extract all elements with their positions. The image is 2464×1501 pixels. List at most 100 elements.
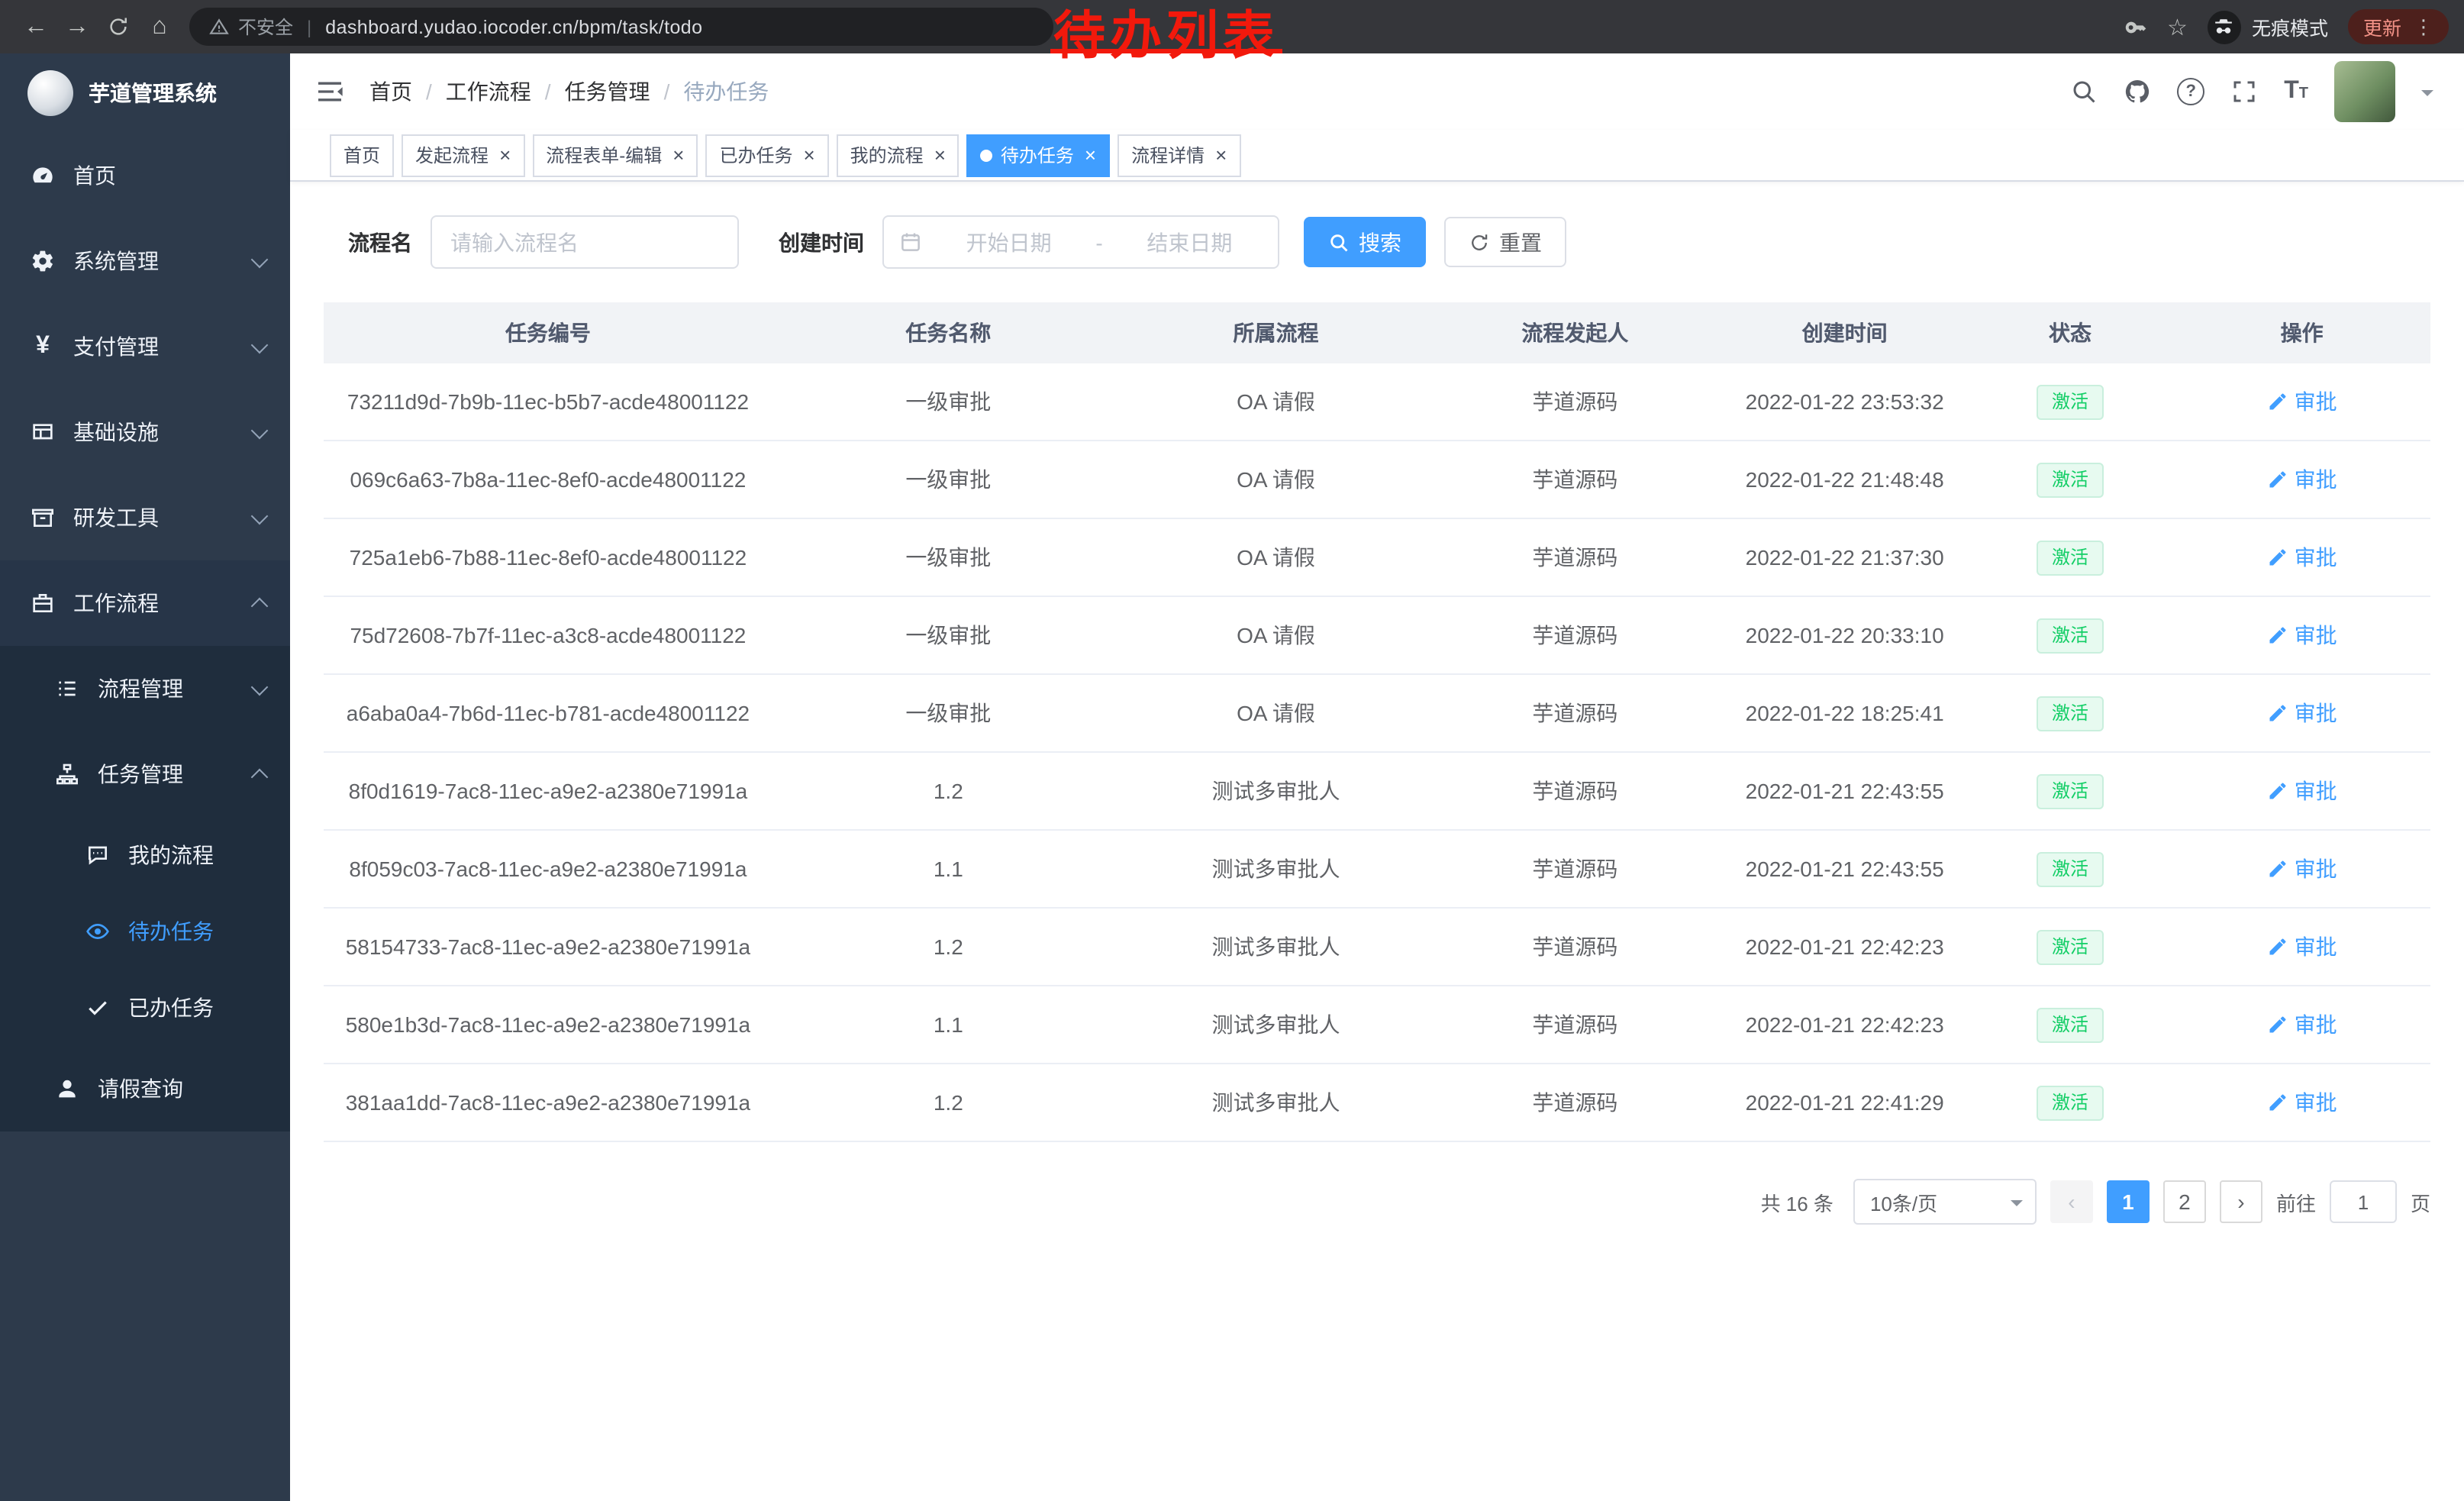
reload-button[interactable] bbox=[98, 6, 139, 47]
font-size-big: T bbox=[2284, 78, 2299, 105]
user-avatar[interactable] bbox=[2334, 61, 2395, 122]
page-button-1[interactable]: 1 bbox=[2107, 1180, 2150, 1223]
sidebar-item-workflow[interactable]: 工作流程 bbox=[0, 560, 290, 646]
breadcrumb-home[interactable]: 首页 bbox=[369, 76, 412, 107]
caret-down-icon[interactable] bbox=[2421, 90, 2433, 102]
home-button[interactable]: ⌂ bbox=[139, 6, 180, 47]
cell-status: 激活 bbox=[1967, 752, 2173, 830]
sidebar-item-payment[interactable]: ¥ 支付管理 bbox=[0, 304, 290, 389]
cell-status: 激活 bbox=[1967, 596, 2173, 674]
caret-down-icon bbox=[2011, 1200, 2023, 1212]
tab[interactable]: 发起流程× bbox=[402, 134, 524, 176]
pencil-icon bbox=[2267, 702, 2288, 724]
sidebar-item-done-task[interactable]: 已办任务 bbox=[0, 970, 290, 1046]
search-button[interactable]: 搜索 bbox=[1304, 217, 1426, 267]
status-badge: 激活 bbox=[2037, 773, 2104, 809]
navbar-actions: ? TT bbox=[2070, 61, 2433, 122]
tab-close-icon[interactable]: × bbox=[803, 145, 814, 165]
breadcrumb-workflow[interactable]: 工作流程 bbox=[446, 76, 531, 107]
cell-id: a6aba0a4-7b6d-11ec-b781-acde48001122 bbox=[324, 674, 772, 752]
tab-close-icon[interactable]: × bbox=[934, 145, 946, 165]
approve-link[interactable]: 审批 bbox=[2267, 542, 2337, 573]
breadcrumb-task-mgmt[interactable]: 任务管理 bbox=[565, 76, 650, 107]
sidebar-item-infrastructure[interactable]: 基础设施 bbox=[0, 389, 290, 475]
cell-created: 2022-01-21 22:42:23 bbox=[1723, 986, 1967, 1064]
table-row: a6aba0a4-7b6d-11ec-b781-acde48001122一级审批… bbox=[324, 674, 2430, 752]
approve-link[interactable]: 审批 bbox=[2267, 620, 2337, 650]
sidebar-collapse-button[interactable] bbox=[314, 76, 345, 107]
approve-link[interactable]: 审批 bbox=[2267, 1009, 2337, 1040]
help-icon[interactable]: ? bbox=[2177, 78, 2204, 105]
tab[interactable]: 已办任务× bbox=[705, 134, 828, 176]
total-count: 共 16 条 bbox=[1761, 1187, 1833, 1216]
cell-status: 激活 bbox=[1967, 518, 2173, 596]
process-name-label: 流程名 bbox=[348, 227, 412, 257]
tab[interactable]: 待办任务× bbox=[967, 134, 1110, 176]
bookmark-star-icon[interactable]: ☆ bbox=[2167, 13, 2188, 40]
tab-close-icon[interactable]: × bbox=[1215, 145, 1227, 165]
tab[interactable]: 流程表单-编辑× bbox=[532, 134, 698, 176]
cell-action: 审批 bbox=[2173, 441, 2430, 518]
sidebar-item-todo-task[interactable]: 待办任务 bbox=[0, 893, 290, 970]
prev-page-button[interactable]: ‹ bbox=[2050, 1180, 2093, 1223]
tab[interactable]: 首页 bbox=[330, 134, 394, 176]
cell-name: 一级审批 bbox=[772, 674, 1124, 752]
cell-action: 审批 bbox=[2173, 1064, 2430, 1141]
sidebar-item-my-process[interactable]: 我的流程 bbox=[0, 817, 290, 893]
url-bar[interactable]: 不安全 | dashboard.yudao.iocoder.cn/bpm/tas… bbox=[189, 8, 1053, 46]
cell-starter: 芋道源码 bbox=[1427, 908, 1722, 986]
status-badge: 激活 bbox=[2037, 851, 2104, 886]
sidebar-item-label: 首页 bbox=[73, 160, 266, 191]
sidebar-item-leave-query[interactable]: 请假查询 bbox=[0, 1046, 290, 1131]
tab[interactable]: 我的流程× bbox=[837, 134, 959, 176]
back-button[interactable]: ← bbox=[15, 6, 56, 47]
sidebar-item-task-mgmt[interactable]: 任务管理 bbox=[0, 731, 290, 817]
sidebar-item-system[interactable]: 系统管理 bbox=[0, 218, 290, 304]
sidebar-item-devtools[interactable]: 研发工具 bbox=[0, 475, 290, 560]
github-icon[interactable] bbox=[2124, 78, 2151, 105]
cell-created: 2022-01-21 22:41:29 bbox=[1723, 1064, 1967, 1141]
url-separator: | bbox=[307, 16, 311, 37]
page-size-select[interactable]: 10条/页 bbox=[1853, 1179, 2037, 1225]
reset-button[interactable]: 重置 bbox=[1444, 217, 1566, 267]
approve-link[interactable]: 审批 bbox=[2267, 464, 2337, 495]
process-name-input[interactable] bbox=[431, 215, 739, 269]
page-button-2[interactable]: 2 bbox=[2163, 1180, 2206, 1223]
tab-close-icon[interactable]: × bbox=[499, 145, 511, 165]
next-page-button[interactable]: › bbox=[2220, 1180, 2262, 1223]
status-badge: 激活 bbox=[2037, 540, 2104, 575]
cell-id: 58154733-7ac8-11ec-a9e2-a2380e71991a bbox=[324, 908, 772, 986]
key-icon[interactable] bbox=[2123, 15, 2147, 39]
col-created: 创建时间 bbox=[1723, 302, 1967, 363]
cell-id: 75d72608-7b7f-11ec-a3c8-acde48001122 bbox=[324, 596, 772, 674]
forward-button[interactable]: → bbox=[56, 6, 98, 47]
approve-label: 审批 bbox=[2295, 931, 2337, 962]
approve-label: 审批 bbox=[2295, 698, 2337, 728]
font-size-icon[interactable]: TT bbox=[2284, 78, 2308, 105]
search-icon[interactable] bbox=[2070, 78, 2098, 105]
goto-page-input[interactable] bbox=[2330, 1180, 2397, 1223]
tab[interactable]: 流程详情× bbox=[1118, 134, 1240, 176]
start-date-placeholder: 开始日期 bbox=[936, 227, 1082, 257]
sidebar-item-home[interactable]: 首页 bbox=[0, 133, 290, 218]
more-menu-icon[interactable]: ⋮ bbox=[2414, 15, 2433, 39]
chevron-down-icon bbox=[251, 678, 269, 696]
approve-link[interactable]: 审批 bbox=[2267, 1087, 2337, 1118]
tab-close-icon[interactable]: × bbox=[672, 145, 684, 165]
app-logo[interactable]: 芋道管理系统 bbox=[0, 53, 290, 133]
approve-link[interactable]: 审批 bbox=[2267, 698, 2337, 728]
approve-label: 审批 bbox=[2295, 542, 2337, 573]
tabs-bar: 首页发起流程×流程表单-编辑×已办任务×我的流程×待办任务×流程详情× bbox=[290, 130, 2464, 182]
approve-label: 审批 bbox=[2295, 386, 2337, 417]
date-range-picker[interactable]: 开始日期 - 结束日期 bbox=[882, 215, 1279, 269]
approve-link[interactable]: 审批 bbox=[2267, 386, 2337, 417]
fullscreen-icon[interactable] bbox=[2230, 78, 2258, 105]
update-button[interactable]: 更新 ⋮ bbox=[2348, 9, 2449, 44]
sidebar-item-process-mgmt[interactable]: 流程管理 bbox=[0, 646, 290, 731]
approve-link[interactable]: 审批 bbox=[2267, 854, 2337, 884]
approve-link[interactable]: 审批 bbox=[2267, 776, 2337, 806]
tab-close-icon[interactable]: × bbox=[1085, 145, 1096, 165]
approve-link[interactable]: 审批 bbox=[2267, 931, 2337, 962]
task-table: 任务编号 任务名称 所属流程 流程发起人 创建时间 状态 操作 73211d9d… bbox=[324, 302, 2430, 1142]
table-header: 任务编号 任务名称 所属流程 流程发起人 创建时间 状态 操作 bbox=[324, 302, 2430, 363]
